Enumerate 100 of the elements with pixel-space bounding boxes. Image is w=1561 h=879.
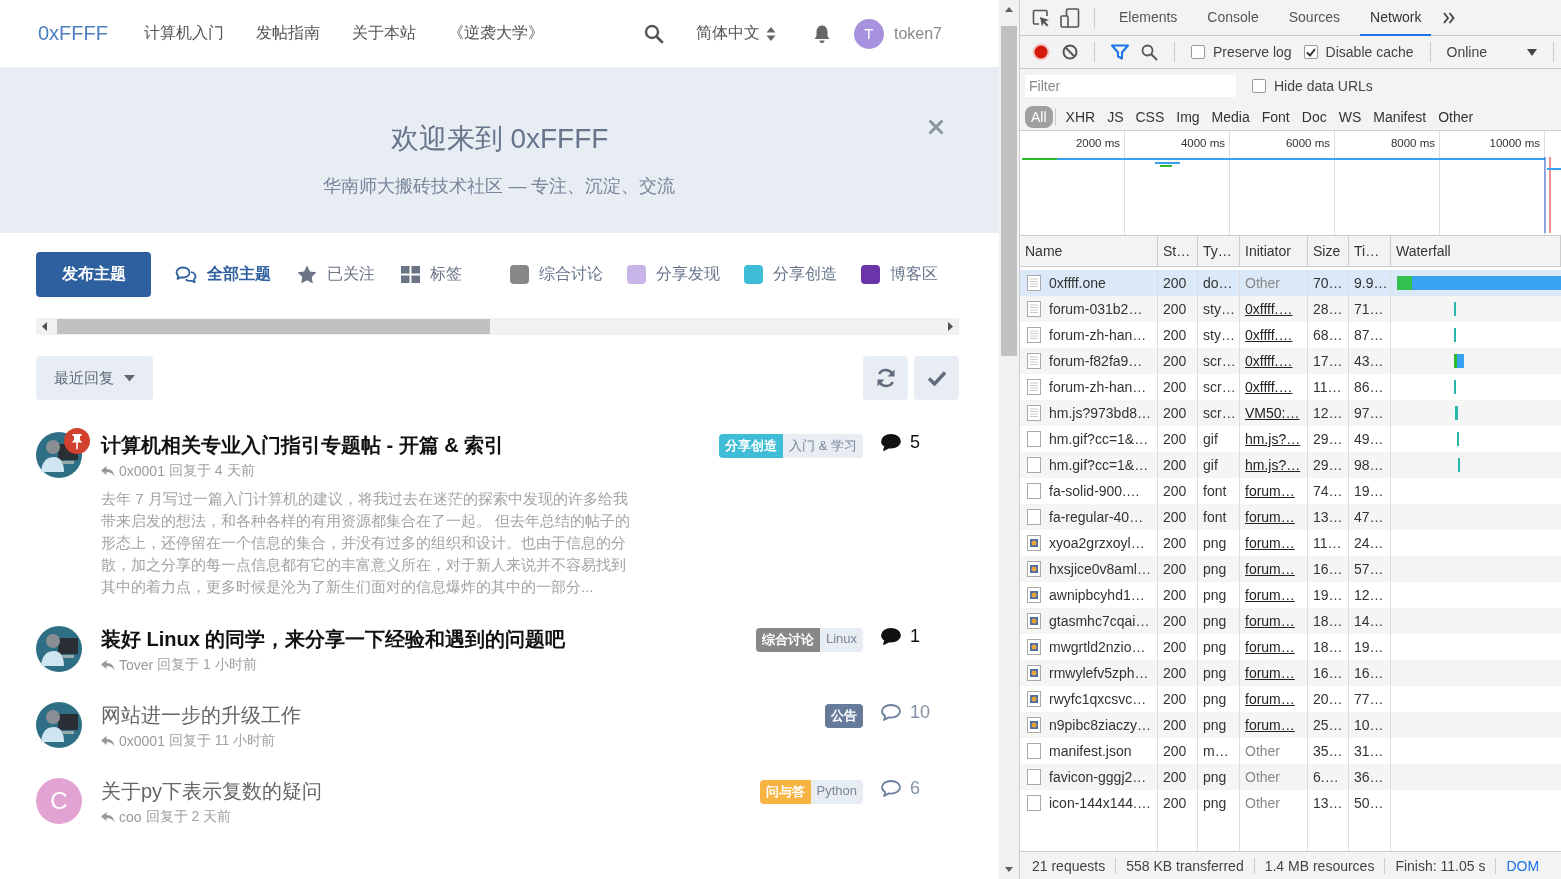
avatar-icon[interactable] [36, 626, 82, 672]
scroll-left-icon[interactable] [42, 322, 48, 331]
type-filter[interactable]: JS [1101, 105, 1130, 128]
checkbox-box[interactable] [1303, 45, 1318, 59]
devtools-tab[interactable]: Elements [1109, 0, 1188, 36]
request-row[interactable]: hm.gif?cc=1&… 200 gif hm.js?… 29… 98… [1020, 452, 1561, 478]
request-row[interactable]: n9pibc8ziaczy… 200 png forum… 25… 10… [1020, 712, 1561, 738]
throttling-dropdown[interactable]: Online [1446, 44, 1537, 60]
column-header[interactable]: Ty… [1198, 236, 1240, 266]
nav-link[interactable]: 关于本站 [352, 23, 416, 44]
filter-icon[interactable] [1111, 44, 1129, 60]
horizontal-scrollbar[interactable] [36, 318, 959, 335]
initiator-link[interactable]: 0xffff.… [1245, 353, 1293, 369]
category-link[interactable]: 综合讨论 [510, 264, 603, 285]
column-header[interactable]: Name [1020, 236, 1158, 266]
mark-read-button[interactable] [914, 356, 959, 400]
search-icon[interactable] [643, 23, 664, 44]
type-filter[interactable]: Img [1170, 105, 1206, 128]
page-scrollbar[interactable] [999, 0, 1019, 879]
more-tabs-icon[interactable] [1443, 11, 1456, 24]
tag[interactable]: 综合讨论 [755, 628, 820, 652]
initiator-link[interactable]: hm.js?… [1245, 431, 1301, 447]
type-filter[interactable]: Other [1432, 105, 1480, 128]
new-topic-button[interactable]: 发布主题 [36, 252, 151, 297]
type-filter[interactable]: XHR [1059, 105, 1102, 128]
nav-link[interactable]: 《逆袭大学》 [448, 23, 544, 44]
request-row[interactable]: fa-regular-40… 200 font forum… 13… 47… [1020, 504, 1561, 530]
type-filter[interactable]: Doc [1295, 105, 1333, 128]
refresh-button[interactable] [863, 356, 908, 400]
type-filter[interactable]: CSS [1129, 105, 1171, 128]
devtools-tab[interactable]: Console [1197, 0, 1269, 36]
initiator-link[interactable]: forum… [1245, 717, 1295, 733]
sort-dropdown[interactable]: 最近回复 [36, 356, 153, 400]
initiator-link[interactable]: forum… [1245, 613, 1295, 629]
filter-field[interactable]: Filter [1025, 75, 1236, 97]
initiator-link[interactable]: hm.js?… [1245, 457, 1301, 473]
category-link[interactable]: 分享创造 [744, 264, 837, 285]
category-link[interactable]: 分享发现 [627, 264, 720, 285]
initiator-link[interactable]: 0xffff.… [1245, 301, 1293, 317]
checkbox[interactable]: Disable cache [1303, 44, 1414, 60]
devtools-tab[interactable]: Sources [1278, 0, 1351, 36]
topic-title[interactable]: 网站进一步的升级工作 [101, 702, 825, 728]
type-filter[interactable]: Media [1205, 105, 1256, 128]
inspect-icon[interactable] [1032, 8, 1050, 27]
initiator-link[interactable]: forum… [1245, 639, 1295, 655]
request-row[interactable]: 0xffff.one 200 do… Other 70… 9.9… [1020, 270, 1561, 296]
column-header[interactable]: Initiator [1240, 236, 1308, 266]
initiator-link[interactable]: forum… [1245, 587, 1295, 603]
topic-title[interactable]: 计算机相关专业入门指引专题帖 - 开篇 & 索引 [101, 432, 720, 458]
request-row[interactable]: hm.js?973bd8… 200 scr… VM50:… 12… 97… [1020, 400, 1561, 426]
initiator-link[interactable]: VM50:… [1245, 405, 1300, 421]
avatar-icon[interactable] [36, 702, 82, 748]
topic-title[interactable]: 装好 Linux 的同学，来分享一下经验和遇到的问题吧 [101, 626, 756, 652]
device-icon[interactable] [1060, 7, 1080, 28]
checkbox[interactable]: Preserve log [1191, 44, 1292, 60]
column-header[interactable]: St… [1158, 236, 1198, 266]
initiator-link[interactable]: forum… [1245, 691, 1295, 707]
category-link[interactable]: 博客区 [861, 264, 938, 285]
initiator-link[interactable]: forum… [1245, 665, 1295, 681]
initiator-link[interactable]: forum… [1245, 561, 1295, 577]
nav-link[interactable]: 发帖指南 [256, 23, 320, 44]
request-row[interactable]: favicon-gggj2… 200 png Other 6.… 36… [1020, 764, 1561, 790]
scrollbar-thumb[interactable] [57, 319, 490, 334]
request-row[interactable]: forum-f82fa9… 200 scr… 0xffff.… 17… 43… [1020, 348, 1561, 374]
scroll-right-icon[interactable] [947, 322, 953, 331]
search-icon[interactable] [1141, 43, 1158, 61]
request-row[interactable]: hxsjice0v8aml… 200 png forum… 16… 57… [1020, 556, 1561, 582]
topic-filter-tab[interactable]: 全部主题 [175, 264, 271, 285]
column-header[interactable]: Ti… [1349, 236, 1391, 266]
scrollbar-thumb[interactable] [1001, 26, 1017, 356]
checkbox[interactable]: Hide data URLs [1252, 78, 1373, 94]
nav-link[interactable]: 计算机入门 [144, 23, 224, 44]
record-icon[interactable] [1032, 43, 1050, 61]
column-header[interactable]: Waterfall [1391, 236, 1561, 266]
column-header[interactable]: Size [1308, 236, 1349, 266]
initiator-link[interactable]: forum… [1245, 483, 1295, 499]
scroll-down-icon[interactable] [1005, 867, 1013, 873]
tag[interactable]: 公告 [825, 704, 863, 728]
clear-icon[interactable] [1062, 44, 1078, 60]
scroll-up-icon[interactable] [1005, 6, 1013, 12]
type-filter[interactable]: WS [1332, 105, 1368, 128]
topic-title[interactable]: 关于py下表示复数的疑问 [101, 778, 760, 804]
initiator-link[interactable]: 0xffff.… [1245, 379, 1293, 395]
topic-filter-tab[interactable]: 标签 [401, 264, 462, 285]
topic-filter-tab[interactable]: 已关注 [297, 264, 375, 285]
checkbox-box[interactable] [1191, 45, 1205, 59]
request-row[interactable]: icon-144x144.… 200 png Other 13… 50… [1020, 790, 1561, 816]
language-dropdown[interactable]: 简体中文 [695, 23, 776, 44]
type-filter[interactable]: Font [1255, 105, 1296, 128]
checkbox-box[interactable] [1252, 79, 1266, 93]
type-filter[interactable]: Manifest [1367, 105, 1433, 128]
request-row[interactable]: gtasmhc7cqai… 200 png forum… 18… 14… [1020, 608, 1561, 634]
initiator-link[interactable]: forum… [1245, 535, 1295, 551]
request-row[interactable]: forum-031b2… 200 sty… 0xffff.… 28… 71… [1020, 296, 1561, 322]
close-icon[interactable] [929, 120, 943, 134]
request-row[interactable]: rmwylefv5zph… 200 png forum… 16… 16… [1020, 660, 1561, 686]
initiator-link[interactable]: 0xffff.… [1245, 327, 1293, 343]
initiator-link[interactable]: forum… [1245, 509, 1295, 525]
site-logo[interactable]: 0xFFFF [38, 22, 108, 45]
username[interactable]: token7 [893, 24, 942, 43]
